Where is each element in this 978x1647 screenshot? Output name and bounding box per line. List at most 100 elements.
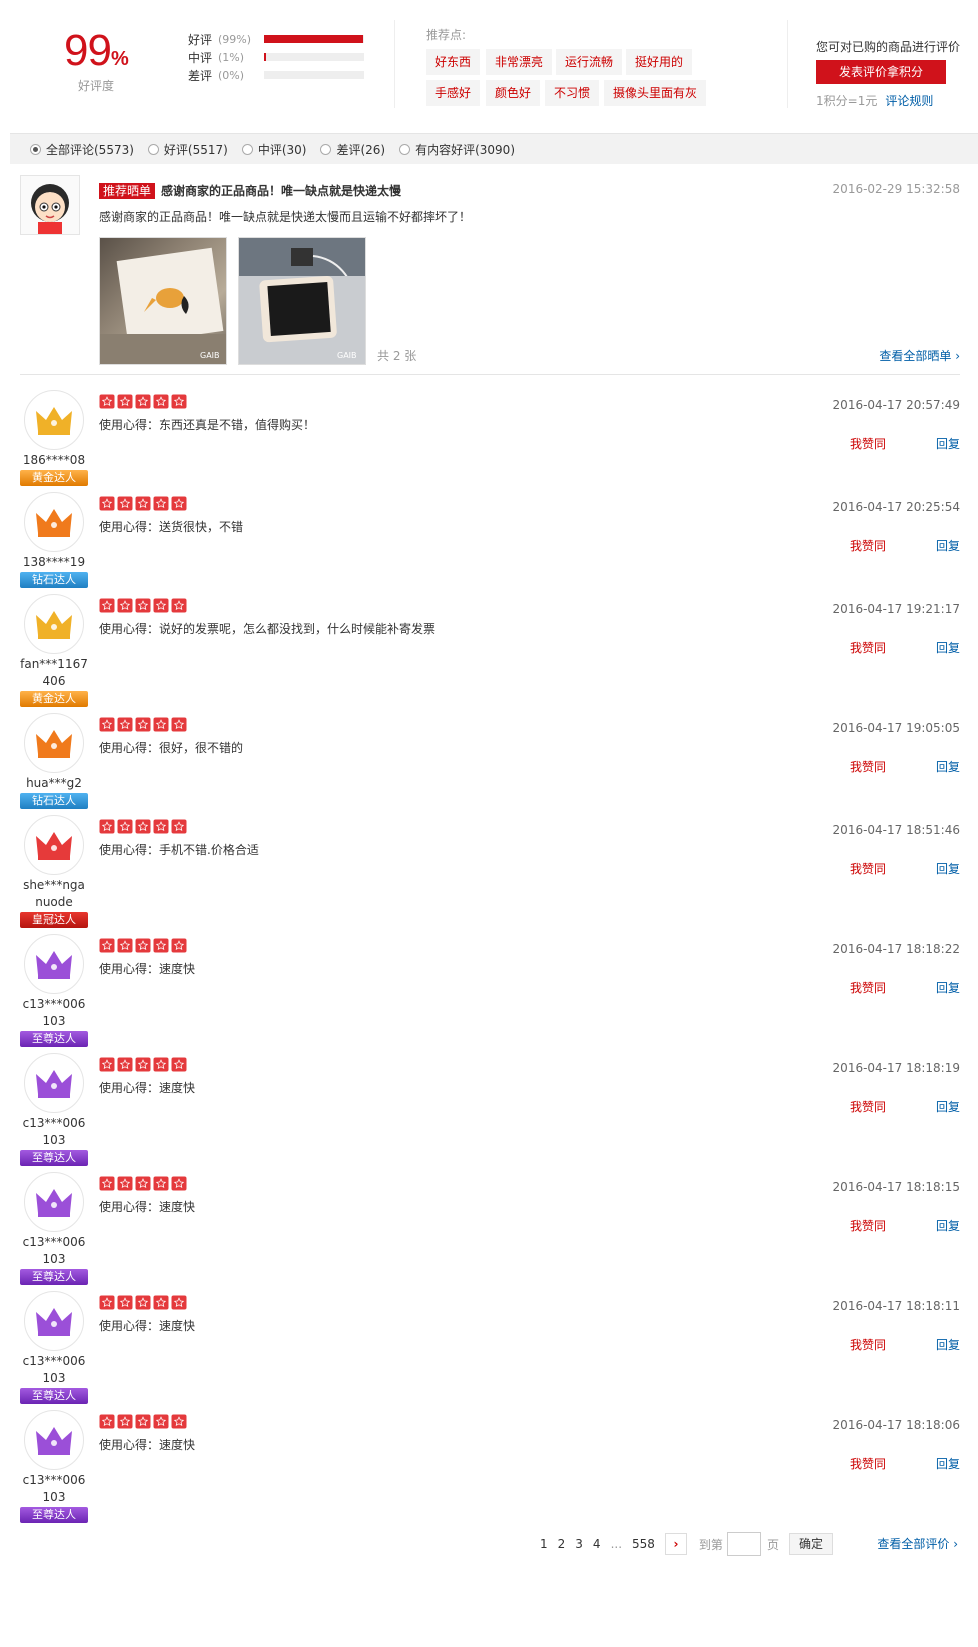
positive-rate: 99% — [64, 26, 129, 76]
agree-button[interactable]: 我赞同 — [850, 537, 886, 554]
username[interactable]: fan***1167406 — [20, 656, 88, 690]
filter-good[interactable]: 好评(5517) — [147, 141, 228, 158]
review-comment: 使用心得：很好，很不错的 — [99, 741, 244, 755]
agree-button[interactable]: 我赞同 — [850, 979, 886, 996]
review-date: 2016-04-17 19:05:05 — [832, 721, 960, 735]
bar-label: 好评 — [188, 32, 213, 47]
star-icon — [99, 1414, 115, 1429]
tag[interactable]: 颜色好 — [486, 80, 541, 106]
agree-button[interactable]: 我赞同 — [850, 1098, 886, 1115]
star-rating — [99, 1295, 189, 1310]
svg-text:GAIB: GAIB — [337, 351, 357, 360]
agree-button[interactable]: 我赞同 — [850, 1455, 886, 1472]
review-photo-phone-box[interactable]: GAIB — [99, 237, 227, 365]
page-link[interactable]: 3 — [575, 1537, 583, 1551]
star-icon — [153, 1176, 169, 1191]
avatar[interactable] — [24, 934, 84, 994]
reply-button[interactable]: 回复 — [936, 860, 960, 877]
reply-button[interactable]: 回复 — [936, 979, 960, 996]
tag[interactable]: 不习惯 — [545, 80, 600, 106]
star-rating — [99, 598, 189, 613]
avatar[interactable] — [24, 1291, 84, 1351]
member-level-badge: 钻石达人 — [20, 793, 88, 809]
star-icon — [171, 1057, 187, 1072]
star-icon — [153, 1057, 169, 1072]
rate-label: 好评度 — [78, 79, 115, 93]
review-photo-phone[interactable]: GAIB — [238, 237, 366, 365]
agree-button[interactable]: 我赞同 — [850, 639, 886, 656]
page-link[interactable]: 558 — [632, 1537, 655, 1551]
page-unit-label: 页 — [766, 1537, 779, 1552]
reply-button[interactable]: 回复 — [936, 758, 960, 775]
agree-button[interactable]: 我赞同 — [850, 1336, 886, 1353]
crown-icon — [36, 611, 72, 639]
avatar[interactable] — [24, 594, 84, 654]
avatar[interactable] — [24, 815, 84, 875]
agree-button[interactable]: 我赞同 — [850, 758, 886, 775]
page-number-input[interactable] — [726, 1532, 761, 1556]
agree-button[interactable]: 我赞同 — [850, 1217, 886, 1234]
avatar[interactable] — [20, 175, 80, 235]
reply-button[interactable]: 回复 — [936, 639, 960, 656]
username[interactable]: hua***g2 — [20, 775, 88, 792]
review-rules-link[interactable]: 评论规则 — [885, 94, 933, 108]
star-icon — [99, 394, 115, 409]
avatar[interactable] — [24, 713, 84, 773]
reply-button[interactable]: 回复 — [936, 1455, 960, 1472]
radio-icon[interactable] — [399, 143, 411, 155]
reply-button[interactable]: 回复 — [936, 537, 960, 554]
avatar[interactable] — [24, 1410, 84, 1470]
see-all-showcase-link[interactable]: 查看全部晒单 › — [879, 347, 960, 364]
bar-track — [264, 71, 364, 79]
username[interactable]: c13***006103 — [20, 1472, 88, 1506]
tag[interactable]: 挺好用的 — [626, 49, 693, 75]
radio-icon[interactable] — [147, 143, 159, 155]
write-review-button[interactable]: 发表评价拿积分 — [816, 60, 946, 84]
bar-track — [264, 35, 364, 43]
reply-button[interactable]: 回复 — [936, 1217, 960, 1234]
bar-label: 差评 — [188, 68, 213, 83]
username[interactable]: she***nganuode — [20, 877, 88, 911]
avatar[interactable] — [24, 1053, 84, 1113]
radio-icon[interactable] — [241, 143, 253, 155]
filter-medium[interactable]: 中评(30) — [241, 141, 306, 158]
reply-button[interactable]: 回复 — [936, 1336, 960, 1353]
review-comment: 使用心得：说好的发票呢，怎么都没找到，什么时候能补寄发票 — [99, 622, 436, 636]
tag[interactable]: 摄像头里面有灰 — [604, 80, 707, 106]
reply-button[interactable]: 回复 — [936, 1098, 960, 1115]
star-icon — [117, 717, 133, 732]
agree-button[interactable]: 我赞同 — [850, 435, 886, 452]
filter-all[interactable]: 全部评论(5573) — [30, 141, 134, 158]
review-date: 2016-04-17 18:51:46 — [832, 823, 960, 837]
bar-fill — [264, 35, 363, 43]
star-rating — [99, 394, 189, 409]
username[interactable]: c13***006103 — [20, 996, 88, 1030]
page-link[interactable]: 4 — [593, 1537, 601, 1551]
goto-confirm-button[interactable]: 确定 — [788, 1533, 833, 1555]
filter-with-content[interactable]: 有内容好评(3090) — [399, 141, 515, 158]
avatar[interactable] — [24, 1172, 84, 1232]
username[interactable]: c13***006103 — [20, 1115, 88, 1149]
avatar[interactable] — [24, 492, 84, 552]
tag[interactable]: 手感好 — [426, 80, 481, 106]
radio-icon[interactable] — [30, 143, 41, 155]
username[interactable]: c13***006103 — [20, 1234, 88, 1268]
featured-badge: 推荐晒单 — [99, 182, 156, 199]
username[interactable]: c13***006103 — [20, 1353, 88, 1387]
star-icon — [135, 1295, 151, 1310]
radio-icon[interactable] — [320, 143, 332, 155]
star-icon — [117, 938, 133, 953]
reply-button[interactable]: 回复 — [936, 435, 960, 452]
next-page-button[interactable]: › — [664, 1533, 687, 1555]
tag[interactable]: 非常漂亮 — [486, 49, 553, 75]
tag[interactable]: 好东西 — [426, 49, 481, 75]
filter-bad[interactable]: 差评(26) — [320, 141, 385, 158]
agree-button[interactable]: 我赞同 — [850, 860, 886, 877]
page-link[interactable]: 1 — [540, 1537, 548, 1551]
tag[interactable]: 运行流畅 — [556, 49, 623, 75]
page-link[interactable]: 2 — [558, 1537, 566, 1551]
view-all-reviews-link[interactable]: 查看全部评价 › — [877, 1535, 958, 1552]
filter-label: 差评(26) — [336, 142, 386, 157]
star-icon — [153, 1295, 169, 1310]
avatar[interactable] — [24, 390, 84, 450]
